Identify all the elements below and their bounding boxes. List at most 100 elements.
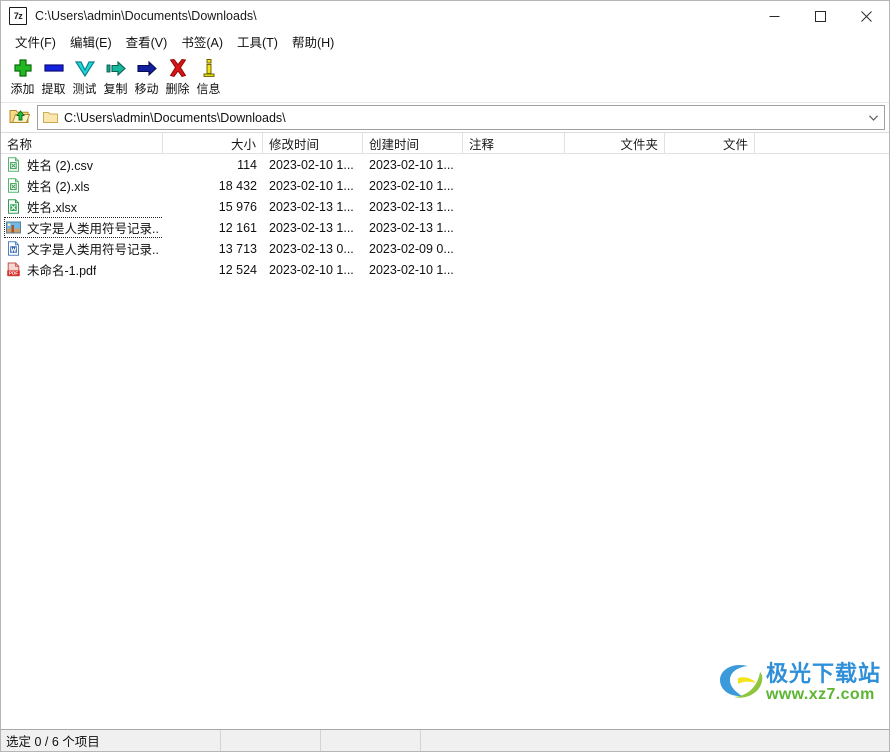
menu-tools[interactable]: 工具(T) bbox=[230, 31, 285, 53]
cell-size: 15 976 bbox=[218, 199, 257, 214]
column-modified[interactable]: 修改时间 bbox=[263, 133, 363, 154]
cell-files bbox=[665, 196, 755, 217]
move-button[interactable]: 移动 bbox=[131, 55, 162, 97]
column-created[interactable]: 创建时间 bbox=[363, 133, 463, 154]
file-list: 名称 大小 修改时间 创建时间 注释 文件夹 文件 姓名 (2).csv 114… bbox=[1, 132, 889, 729]
menu-file[interactable]: 文件(F) bbox=[8, 31, 63, 53]
cell-modified: 2023-02-10 1... bbox=[269, 178, 354, 193]
cell-created: 2023-02-13 1... bbox=[369, 220, 454, 235]
extract-label: 提取 bbox=[41, 82, 66, 96]
cell-comment bbox=[463, 196, 565, 217]
cell-size: 12 524 bbox=[218, 262, 257, 277]
cell-folders bbox=[565, 217, 665, 238]
excel-xlsx-icon bbox=[5, 199, 21, 215]
column-comment[interactable]: 注释 bbox=[463, 133, 565, 154]
cell-folders bbox=[565, 238, 665, 259]
red-x-icon bbox=[165, 57, 191, 79]
menu-bookmarks[interactable]: 书签(A) bbox=[174, 31, 230, 53]
cell-folders bbox=[565, 259, 665, 280]
minimize-button[interactable] bbox=[751, 1, 797, 31]
table-row[interactable]: 姓名 (2).xls 18 432 2023-02-10 1... 2023-0… bbox=[1, 175, 889, 196]
copy-arrow-icon bbox=[103, 57, 129, 79]
focused-name-box[interactable]: 文字是人类用符号记录... bbox=[4, 217, 163, 238]
cell-name[interactable]: PDF 未命名-1.pdf bbox=[1, 259, 163, 280]
address-bar: C:\Users\admin\Documents\Downloads\ bbox=[1, 103, 889, 132]
menu-bar: 文件(F) 编辑(E) 查看(V) 书签(A) 工具(T) 帮助(H) bbox=[1, 31, 889, 52]
file-rows: 姓名 (2).csv 114 2023-02-10 1... 2023-02-1… bbox=[1, 154, 889, 729]
cell-modified: 2023-02-13 1... bbox=[269, 199, 354, 214]
add-button[interactable]: 添加 bbox=[7, 55, 38, 97]
cell-comment bbox=[463, 154, 565, 175]
cell-name[interactable]: 文字是人类用符号记录... bbox=[1, 217, 163, 238]
cell-folders bbox=[565, 196, 665, 217]
cell-comment bbox=[463, 175, 565, 196]
column-size[interactable]: 大小 bbox=[163, 133, 263, 154]
test-button[interactable]: 测试 bbox=[69, 55, 100, 97]
column-files[interactable]: 文件 bbox=[665, 133, 755, 154]
chevron-down-icon[interactable] bbox=[864, 106, 882, 129]
status-selection: 选定 0 / 6 个项目 bbox=[1, 730, 221, 751]
status-bar: 选定 0 / 6 个项目 bbox=[1, 729, 889, 751]
toolbar: 添加 提取 测试 复制 移动 删除 信息 bbox=[1, 52, 889, 103]
up-one-level-button[interactable] bbox=[4, 105, 34, 130]
menu-view[interactable]: 查看(V) bbox=[119, 31, 175, 53]
delete-button[interactable]: 删除 bbox=[162, 55, 193, 97]
move-arrow-icon bbox=[134, 57, 160, 79]
check-down-icon bbox=[72, 57, 98, 79]
table-row[interactable]: 姓名.xlsx 15 976 2023-02-13 1... 2023-02-1… bbox=[1, 196, 889, 217]
info-button[interactable]: 信息 bbox=[193, 55, 224, 97]
word-doc-icon bbox=[5, 241, 21, 257]
excel-csv-icon bbox=[5, 157, 21, 173]
copy-button[interactable]: 复制 bbox=[100, 55, 131, 97]
table-row[interactable]: 文字是人类用符号记录... 13 713 2023-02-13 0... 202… bbox=[1, 238, 889, 259]
status-pane-4 bbox=[421, 730, 889, 751]
menu-edit[interactable]: 编辑(E) bbox=[63, 31, 119, 53]
move-label: 移动 bbox=[134, 82, 159, 96]
title-bar[interactable]: 7z C:\Users\admin\Documents\Downloads\ bbox=[1, 1, 889, 31]
file-name: 文字是人类用符号记录... bbox=[27, 222, 160, 236]
status-pane-2 bbox=[221, 730, 321, 751]
cell-created: 2023-02-10 1... bbox=[369, 157, 454, 172]
extract-button[interactable]: 提取 bbox=[38, 55, 69, 97]
cell-name[interactable]: 姓名.xlsx bbox=[1, 196, 163, 217]
plus-icon bbox=[10, 57, 36, 79]
cell-files bbox=[665, 154, 755, 175]
cell-name[interactable]: 文字是人类用符号记录... bbox=[1, 238, 163, 259]
cell-name[interactable]: 姓名 (2).xls bbox=[1, 175, 163, 196]
table-row[interactable]: 文字是人类用符号记录... 12 161 2023-02-13 1... 202… bbox=[1, 217, 889, 238]
table-row[interactable]: PDF 未命名-1.pdf 12 524 2023-02-10 1... 202… bbox=[1, 259, 889, 280]
status-pane-3 bbox=[321, 730, 421, 751]
folder-up-icon bbox=[9, 106, 30, 130]
seven-zip-window: 7z C:\Users\admin\Documents\Downloads\ 文… bbox=[0, 0, 890, 752]
cell-size: 13 713 bbox=[218, 241, 257, 256]
info-label: 信息 bbox=[196, 82, 221, 96]
cell-folders bbox=[565, 175, 665, 196]
cell-folders bbox=[565, 154, 665, 175]
address-path-text[interactable]: C:\Users\admin\Documents\Downloads\ bbox=[64, 111, 864, 125]
cell-created: 2023-02-09 0... bbox=[369, 241, 454, 256]
file-name: 文字是人类用符号记录... bbox=[27, 243, 160, 257]
pdf-icon: PDF bbox=[5, 262, 21, 278]
cell-modified: 2023-02-13 1... bbox=[269, 220, 354, 235]
cell-created: 2023-02-10 1... bbox=[369, 262, 454, 277]
cell-size: 114 bbox=[237, 157, 257, 172]
add-label: 添加 bbox=[10, 82, 35, 96]
folder-icon bbox=[43, 111, 58, 124]
file-name: 姓名 (2).xls bbox=[27, 180, 90, 194]
column-folders[interactable]: 文件夹 bbox=[565, 133, 665, 154]
column-name[interactable]: 名称 bbox=[1, 133, 163, 154]
test-label: 测试 bbox=[72, 82, 97, 96]
file-name: 姓名.xlsx bbox=[27, 201, 78, 215]
svg-text:PDF: PDF bbox=[8, 271, 17, 276]
image-thumb-icon bbox=[5, 220, 21, 236]
cell-name[interactable]: 姓名 (2).csv bbox=[1, 154, 163, 175]
cell-modified: 2023-02-10 1... bbox=[269, 262, 354, 277]
cell-files bbox=[665, 175, 755, 196]
minus-icon bbox=[41, 57, 67, 79]
table-row[interactable]: 姓名 (2).csv 114 2023-02-10 1... 2023-02-1… bbox=[1, 154, 889, 175]
close-button[interactable] bbox=[843, 1, 889, 31]
menu-help[interactable]: 帮助(H) bbox=[285, 31, 341, 53]
address-combobox[interactable]: C:\Users\admin\Documents\Downloads\ bbox=[37, 105, 885, 130]
maximize-button[interactable] bbox=[797, 1, 843, 31]
delete-label: 删除 bbox=[165, 82, 190, 96]
